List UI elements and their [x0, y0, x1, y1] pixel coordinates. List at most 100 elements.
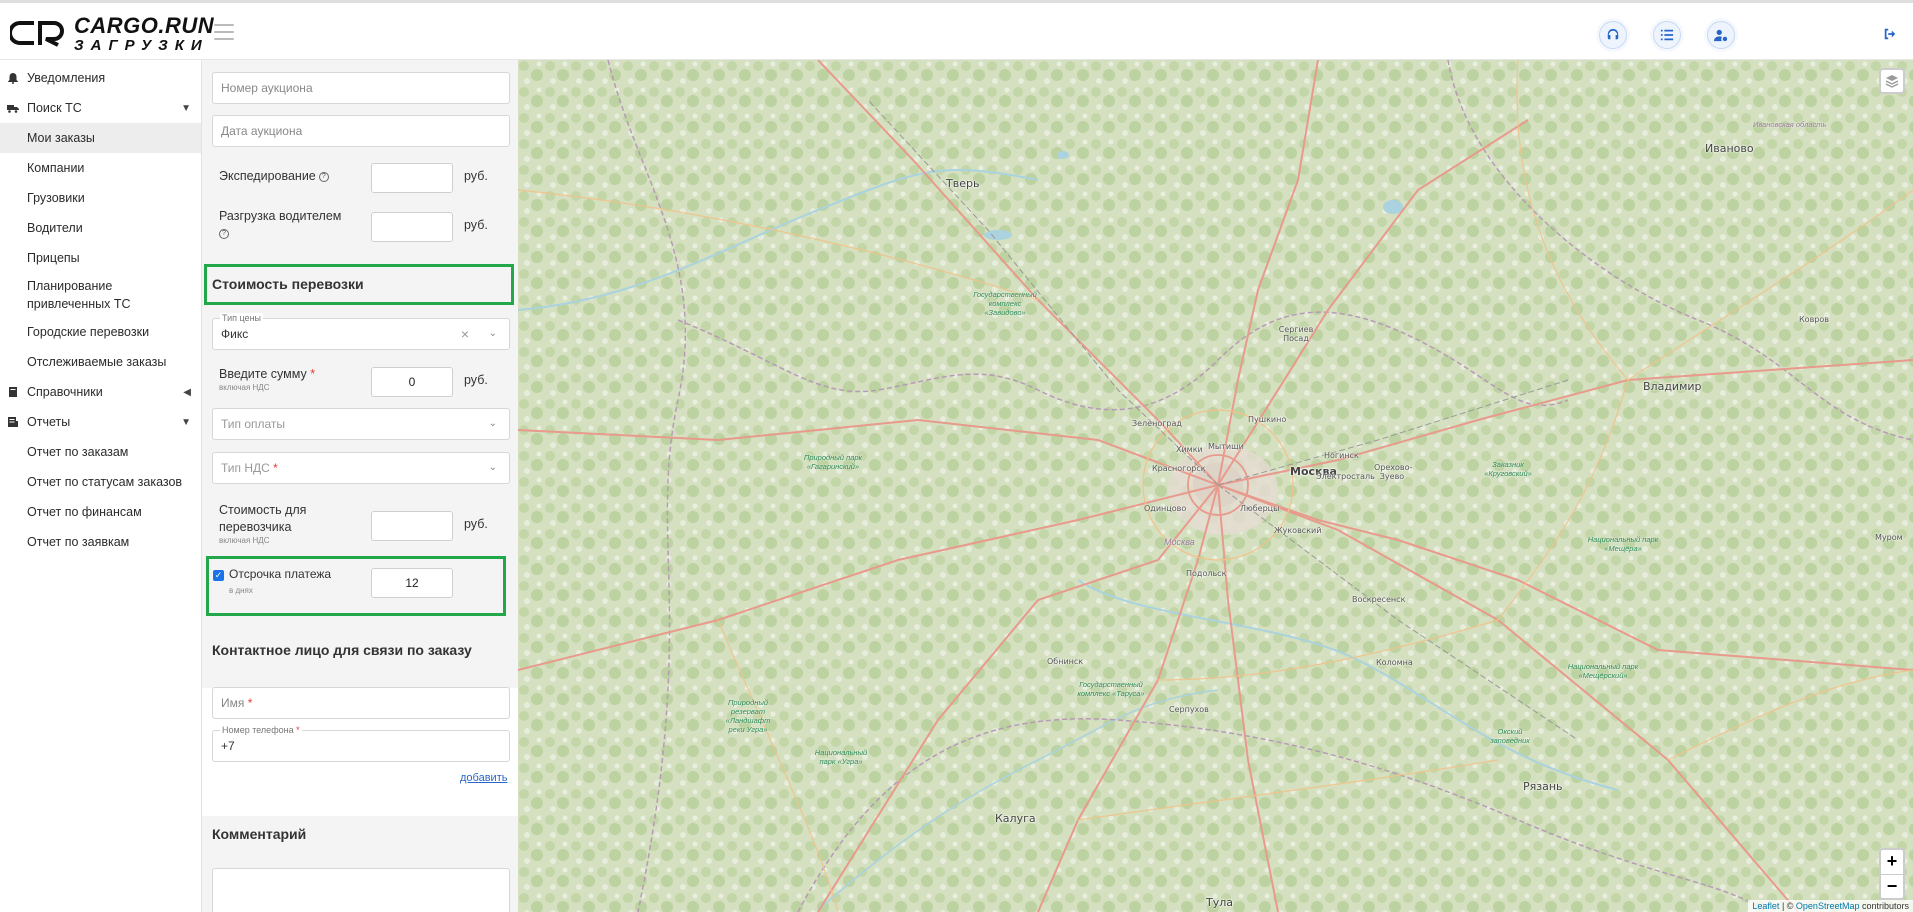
sidebar-item-label: Отчет по заявкам	[27, 535, 130, 549]
city-label-ryazan: Рязань	[1523, 780, 1563, 793]
city-label-zhukovsky: Жуковский	[1274, 526, 1322, 535]
unloading-label: Разгрузка водителем?	[219, 208, 359, 242]
chevron-down-icon: ⌄	[488, 418, 497, 429]
phone-label: Номер телефона *	[220, 725, 302, 735]
deferral-checkbox[interactable]: ✓	[213, 570, 224, 581]
sidebar-item-my-orders[interactable]: Мои заказы	[0, 123, 201, 153]
add-contact-link[interactable]: добавить	[460, 772, 507, 784]
sidebar-item-tracked-orders[interactable]: Отслеживаемые заказы	[0, 347, 201, 377]
city-label-podolsk: Подольск	[1186, 569, 1227, 578]
amount-label-text: Введите сумму	[219, 367, 307, 381]
sidebar-item-label: Планирование привлеченных ТС	[27, 279, 131, 311]
top-bar: CARGO.RUN ЗАГРУЗКИ	[0, 0, 1913, 60]
required-mark: *	[296, 725, 300, 735]
sidebar-item-trailers[interactable]: Прицепы	[0, 243, 201, 273]
price-type-value: Фикс	[221, 327, 249, 341]
map-view[interactable]: Москва Тверь Иваново Владимир Калуга Ряз…	[518, 60, 1913, 912]
sidebar-item-label: Мои заказы	[27, 131, 95, 145]
zoom-control: + −	[1879, 848, 1905, 900]
logo-line1: CARGO.RUN	[74, 13, 215, 38]
park-label-oksky: Окский заповедник	[1490, 727, 1530, 745]
zoom-in-button[interactable]: +	[1881, 850, 1903, 874]
auction-number-input[interactable]: Номер аукциона	[212, 72, 510, 104]
cargo-run-logo[interactable]: CARGO.RUN ЗАГРУЗКИ	[10, 13, 215, 54]
sidebar-item-orders-report[interactable]: Отчет по заказам	[0, 437, 201, 467]
name-placeholder: Имя	[221, 696, 245, 710]
city-label-odintsovo: Одинцово	[1144, 504, 1187, 513]
sidebar-item-label: Отчет по заказам	[27, 445, 129, 459]
auction-date-placeholder: Дата аукциона	[221, 124, 303, 138]
openstreetmap-link[interactable]: OpenStreetMap	[1796, 901, 1860, 911]
sidebar-item-trucks[interactable]: Грузовики	[0, 183, 201, 213]
sidebar-item-notifications[interactable]: Уведомления	[0, 63, 201, 93]
sidebar-item-label: Отчеты	[27, 415, 71, 429]
payment-type-select[interactable]: Тип оплаты ⌄	[212, 408, 510, 440]
logo-mark-icon	[10, 21, 64, 47]
city-label-elektrostal: Электросталь	[1316, 472, 1375, 481]
carrier-cost-input[interactable]	[371, 511, 453, 541]
auction-date-input[interactable]: Дата аукциона	[212, 115, 510, 147]
city-label-obninsk: Обнинск	[1047, 657, 1084, 666]
sidebar-item-finance-report[interactable]: Отчет по финансам	[0, 497, 201, 527]
city-label-lyubertsy: Люберцы	[1240, 504, 1280, 513]
unloading-unit: руб.	[464, 218, 488, 232]
sidebar-item-requests-report[interactable]: Отчет по заявкам	[0, 527, 201, 557]
help-icon[interactable]: ?	[318, 171, 329, 182]
park-label-gagarinsky: Природный парк «Гагаринский»	[803, 453, 863, 471]
sidebar-item-label: Компании	[27, 161, 85, 175]
contact-name-input[interactable]: Имя *	[212, 687, 510, 719]
sidebar-item-vehicle-search[interactable]: Поиск ТС ▼	[0, 93, 201, 123]
sidebar-item-label: Поиск ТС	[27, 101, 82, 115]
city-label-tver: Тверь	[946, 177, 980, 190]
zoom-out-button[interactable]: −	[1881, 874, 1903, 898]
city-label-kaluga: Калуга	[995, 812, 1036, 825]
sidebar-item-drivers[interactable]: Водители	[0, 213, 201, 243]
layers-control-icon[interactable]	[1879, 68, 1905, 94]
deferral-sub: в днях	[229, 586, 253, 595]
sidebar-item-city-transport[interactable]: Городские перевозки	[0, 317, 201, 347]
forwarding-label-text: Экспедирование	[219, 169, 316, 183]
comment-textarea[interactable]	[212, 868, 510, 912]
chevron-left-icon: ◀	[183, 387, 191, 398]
cost-section-title: Стоимость перевозки	[212, 276, 364, 292]
region-label-ivanovo: Ивановская область	[1753, 120, 1827, 129]
forwarding-unit: руб.	[464, 169, 488, 183]
sidebar-item-label: Отчет по финансам	[27, 505, 142, 519]
sidebar-item-label: Водители	[27, 221, 83, 235]
sidebar-item-label: Уведомления	[27, 71, 106, 85]
sidebar-item-directories[interactable]: Справочники ◀	[0, 377, 201, 407]
map-tiles	[518, 60, 1913, 912]
logo-line2: ЗАГРУЗКИ	[74, 37, 209, 54]
clear-icon[interactable]: ×	[461, 326, 469, 342]
required-mark: *	[273, 461, 278, 475]
amount-input[interactable]: 0	[371, 367, 453, 397]
comment-section-title: Комментарий	[212, 826, 307, 842]
sidebar-item-reports[interactable]: Отчеты ▼	[0, 407, 201, 437]
deferral-label-text: Отсрочка платежа	[229, 567, 332, 581]
logout-icon[interactable]	[1883, 27, 1897, 41]
map-attribution: Leaflet | © OpenStreetMap contributors	[1748, 900, 1913, 912]
sidebar-item-companies[interactable]: Компании	[0, 153, 201, 183]
city-label-ivanovo: Иваново	[1705, 142, 1754, 155]
forwarding-input[interactable]	[371, 163, 453, 193]
city-label-pushkino: Пушкино	[1248, 415, 1287, 424]
help-icon[interactable]: ?	[219, 228, 229, 239]
sidebar-item-status-report[interactable]: Отчет по статусам заказов	[0, 467, 201, 497]
city-label-murom: Муром	[1875, 533, 1903, 542]
sidebar: Уведомления Поиск ТС ▼ Мои заказы Компан…	[0, 60, 202, 912]
contact-phone-input[interactable]: Номер телефона * +7	[212, 725, 510, 762]
city-label-sergiev-posad: Сергиев Посад	[1278, 325, 1314, 343]
park-label-tarusa: Государственный комплекс «Таруса»	[1077, 680, 1145, 698]
deferral-days-input[interactable]: 12	[371, 568, 453, 598]
report-icon	[7, 416, 19, 428]
unloading-input[interactable]	[371, 212, 453, 242]
list-icon[interactable]	[1653, 21, 1681, 49]
vat-type-select[interactable]: Тип НДС * ⌄	[212, 452, 510, 484]
auction-number-placeholder: Номер аукциона	[221, 81, 313, 95]
sidebar-item-planning[interactable]: Планирование привлеченных ТС	[0, 273, 201, 317]
user-settings-icon[interactable]	[1707, 21, 1735, 49]
headset-icon[interactable]	[1599, 21, 1627, 49]
hamburger-menu-icon[interactable]	[214, 24, 234, 40]
leaflet-link[interactable]: Leaflet	[1752, 901, 1779, 911]
price-type-select[interactable]: Тип цены Фикс × ⌄	[212, 313, 510, 350]
